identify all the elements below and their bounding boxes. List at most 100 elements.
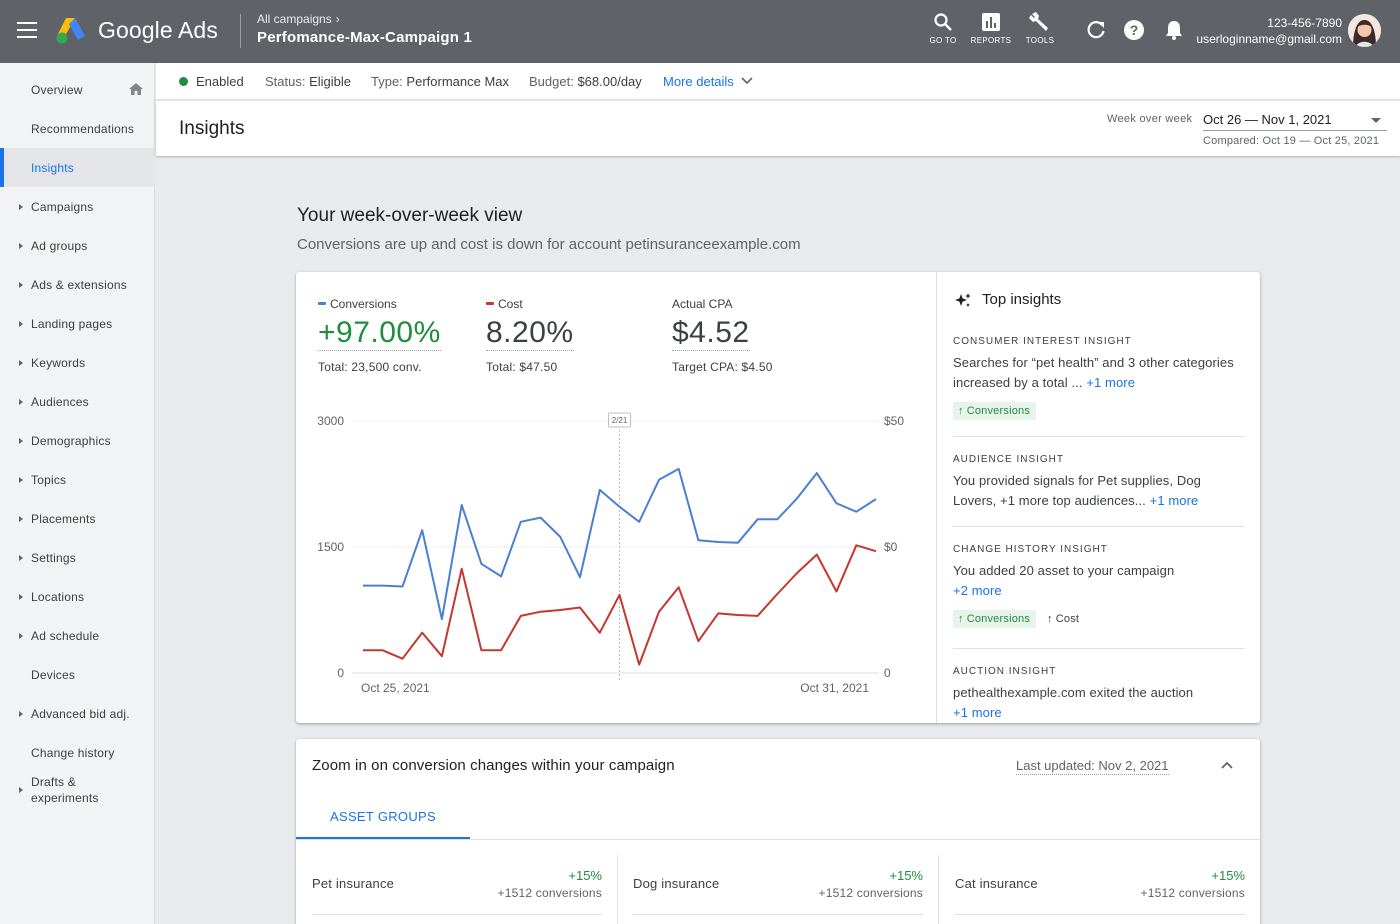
breadcrumb[interactable]: All campaigns ›: [257, 12, 340, 26]
insight-body: You added 20 asset to your campaign +2 mo…: [953, 563, 1175, 598]
asset-group-conversions: +1512 conversions: [1140, 886, 1245, 900]
sidebar-item-label: Change history: [31, 745, 115, 760]
row-divider: [633, 914, 923, 915]
week-over-week-card: Conversions +97.00% Total: 23,500 conv. …: [296, 272, 1260, 723]
sidebar-item-keywords[interactable]: Keywords: [0, 343, 155, 382]
date-range-dropdown[interactable]: Oct 26 — Nov 1, 2021: [1203, 109, 1387, 131]
insight-separator: [953, 648, 1245, 649]
more-details-link[interactable]: More details: [663, 74, 754, 89]
sidebar-item-demographics[interactable]: Demographics: [0, 421, 155, 460]
asset-group-cat-insurance[interactable]: Cat insurance +15% +1512 conversions: [955, 855, 1245, 915]
top-insights-panel: Top insights CONSUMER INTEREST INSIGHT S…: [937, 272, 1260, 723]
google-ads-logo: [56, 18, 85, 44]
top-insights-title: Top insights: [982, 291, 1062, 308]
sidebar-item-campaigns[interactable]: Campaigns: [0, 187, 155, 226]
zoom-card-title: Zoom in on conversion changes within you…: [312, 757, 675, 774]
sidebar-item-label: Recommendations: [31, 121, 135, 136]
sidebar-item-recommendations[interactable]: Recommendations: [0, 109, 155, 148]
tab-asset-groups[interactable]: ASSET GROUPS: [296, 799, 470, 839]
menu-icon[interactable]: [17, 22, 37, 40]
insight-body: pethealthexample.com exited the auction +…: [953, 685, 1194, 720]
more-link[interactable]: +1 more: [1150, 493, 1199, 508]
sidebar-item-overview[interactable]: Overview: [0, 70, 155, 109]
asset-group-change: +15%: [568, 868, 602, 883]
caret-right-icon: [19, 359, 23, 366]
home-icon: [129, 83, 143, 95]
insight-change-history[interactable]: CHANGE HISTORY INSIGHT You added 20 asse…: [953, 544, 1245, 628]
more-link[interactable]: +1 more: [1086, 375, 1135, 390]
asset-group-pet-insurance[interactable]: Pet insurance +15% +1512 conversions: [312, 855, 602, 915]
sidebar-item-placements[interactable]: Placements: [0, 499, 155, 538]
sidebar-item-change-history[interactable]: Change history: [0, 733, 155, 772]
asset-group-conversions: +1512 conversions: [497, 886, 602, 900]
sidebar-item-insights[interactable]: Insights: [0, 148, 155, 187]
sidebar-item-locations[interactable]: Locations: [0, 577, 155, 616]
svg-text:?: ?: [1130, 22, 1139, 38]
sidebar-item-label: Advanced bid adj.: [31, 706, 130, 721]
asset-group-dog-insurance[interactable]: Dog insurance +15% +1512 conversions: [633, 855, 923, 915]
sidebar-item-label: Keywords: [31, 355, 86, 370]
tools-button[interactable]: TOOLS: [1016, 12, 1064, 52]
goto-button[interactable]: GO TO: [919, 12, 967, 52]
y-left-tick-label: 1500: [317, 540, 344, 554]
avatar[interactable]: [1348, 14, 1381, 47]
conversions-cost-chart[interactable]: 3000 $50 1500 $0 0 0 2/21 Oct 25, 2021 Oct 31, 2…: [296, 272, 936, 723]
sidebar-item-ads-extensions[interactable]: Ads & extensions: [0, 265, 155, 304]
conversions-up-chip: ↑ Conversions: [953, 610, 1037, 628]
week-over-week-label: Week over week: [1107, 113, 1193, 125]
more-link[interactable]: +1 more: [953, 705, 1002, 720]
sidebar-item-advanced-bid-adj[interactable]: Advanced bid adj.: [0, 694, 155, 733]
arrow-up-icon: ↑: [958, 613, 964, 625]
x-tick-label: Oct 31, 2021: [800, 681, 869, 695]
caret-right-icon: [19, 632, 23, 639]
sidebar-item-label: Locations: [31, 589, 85, 604]
sidebar-item-label: Ads & extensions: [31, 277, 127, 292]
sidebar-item-settings[interactable]: Settings: [0, 538, 155, 577]
sidebar-item-audiences[interactable]: Audiences: [0, 382, 155, 421]
conversions-up-chip: ↑ Conversions: [953, 402, 1037, 420]
sidebar-item-landing-pages[interactable]: Landing pages: [0, 304, 155, 343]
refresh-icon[interactable]: [1085, 19, 1107, 41]
asset-group-name: Dog insurance: [633, 876, 720, 891]
chevron-up-icon[interactable]: [1218, 757, 1236, 775]
sidebar-item-label: Insights: [31, 160, 74, 175]
insight-separator: [953, 526, 1245, 527]
reports-button[interactable]: REPORTS: [967, 12, 1015, 52]
row-divider: [312, 914, 602, 915]
caret-right-icon: [19, 242, 23, 249]
asset-group-conversions: +1512 conversions: [818, 886, 923, 900]
account-info[interactable]: 123-456-7890 userloginname@gmail.com: [1196, 15, 1342, 47]
sidebar-item-devices[interactable]: Devices: [0, 655, 155, 694]
asset-group-change: +15%: [1211, 868, 1245, 883]
campaign-status-bar: Enabled Status: Eligible Type: Performan…: [156, 63, 1400, 100]
chevron-right-icon: ›: [335, 12, 340, 26]
caret-right-icon: [19, 203, 23, 210]
insight-audience[interactable]: AUDIENCE INSIGHT You provided signals fo…: [953, 454, 1245, 511]
asset-group-change: +15%: [889, 868, 923, 883]
help-icon[interactable]: ?: [1123, 19, 1145, 41]
notifications-bell-icon[interactable]: [1163, 19, 1185, 41]
sidebar-item-ad-schedule[interactable]: Ad schedule: [0, 616, 155, 655]
caret-right-icon: [19, 437, 23, 444]
campaign-budget: Budget: $68.00/day: [529, 74, 642, 89]
arrow-up-icon: ↑: [1047, 613, 1053, 625]
brand-name: Google Ads: [98, 17, 218, 43]
sidebar-item-ad-groups[interactable]: Ad groups: [0, 226, 155, 265]
tabs-divider: [296, 839, 1260, 840]
sidebar-item-drafts-experiments[interactable]: Drafts & experiments: [0, 770, 155, 810]
sidebar-item-label: Ad schedule: [31, 628, 100, 643]
section-title: Your week-over-week view: [297, 205, 523, 226]
sidebar-item-label: Devices: [31, 667, 76, 682]
caret-right-icon: [19, 515, 23, 522]
insight-header: AUCTION INSIGHT: [953, 666, 1057, 677]
insight-auction[interactable]: AUCTION INSIGHT pethealthexample.com exi…: [953, 666, 1245, 723]
more-link[interactable]: +2 more: [953, 583, 1002, 598]
caret-right-icon: [19, 554, 23, 561]
sidebar-item-label: Demographics: [31, 433, 111, 448]
insight-header: CONSUMER INTEREST INSIGHT: [953, 336, 1132, 347]
insight-consumer-interest[interactable]: CONSUMER INTEREST INSIGHT Searches for “…: [953, 336, 1245, 420]
sidebar-item-topics[interactable]: Topics: [0, 460, 155, 499]
page-title: Insights: [179, 118, 245, 139]
campaign-title[interactable]: Perfomance-Max-Campaign 1: [257, 29, 472, 46]
sidebar: Overview Recommendations Insights Campai…: [0, 63, 155, 924]
